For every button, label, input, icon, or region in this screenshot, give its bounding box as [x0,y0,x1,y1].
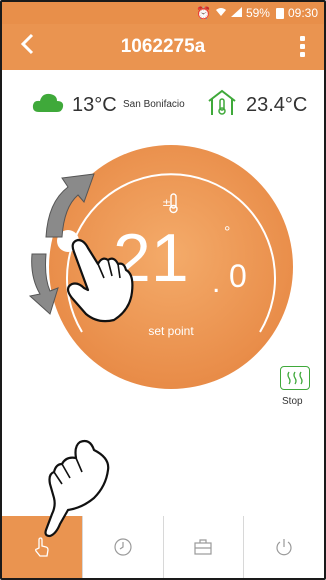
indoor-temperature: 23.4°C [246,94,308,116]
setpoint-degree-mark: ° [224,224,231,241]
clock-time: 09:30 [287,6,318,20]
heating-icon [287,371,303,385]
overflow-menu-button[interactable] [300,36,306,57]
battery-percent: 59% [245,6,270,20]
location-name: San Bonifacio [123,99,185,110]
setpoint-integer: 21 [113,220,189,296]
phone-frame: ⏰ 59% 09:30 1062275a 13°C San Bonifacio [0,0,326,580]
setpoint-label: set point [148,324,194,338]
alarm-icon: ⏰ [195,6,211,20]
wifi-icon [215,6,227,20]
tab-power[interactable] [243,516,324,578]
battery-icon [275,7,284,19]
weather-row: 13°C San Bonifacio 23.4°C [2,86,324,120]
tab-manual[interactable] [2,516,82,578]
bottom-navigation [2,516,324,578]
tab-tools[interactable] [162,516,244,578]
power-icon [276,539,292,556]
setpoint-dial[interactable]: ± ° 21 . 0 set point [46,142,296,392]
toolbox-icon [194,539,212,555]
signal-icon [230,6,242,20]
status-bar: ⏰ 59% 09:30 [2,2,324,24]
app-bar: 1062275a [2,24,324,70]
hand-pointer-icon [34,537,49,557]
stop-heating-button[interactable] [280,366,310,390]
stop-label: Stop [282,396,303,407]
outdoor-temperature: 13°C [72,94,117,116]
cloud-icon [32,93,64,112]
setpoint-decimal: 0 [229,258,247,294]
clock-icon [114,538,132,556]
indoor-thermometer-icon [208,89,236,115]
setpoint-decimal-point: . [212,266,221,299]
device-title: 1062275a [120,36,206,57]
tab-schedule[interactable] [81,516,163,578]
